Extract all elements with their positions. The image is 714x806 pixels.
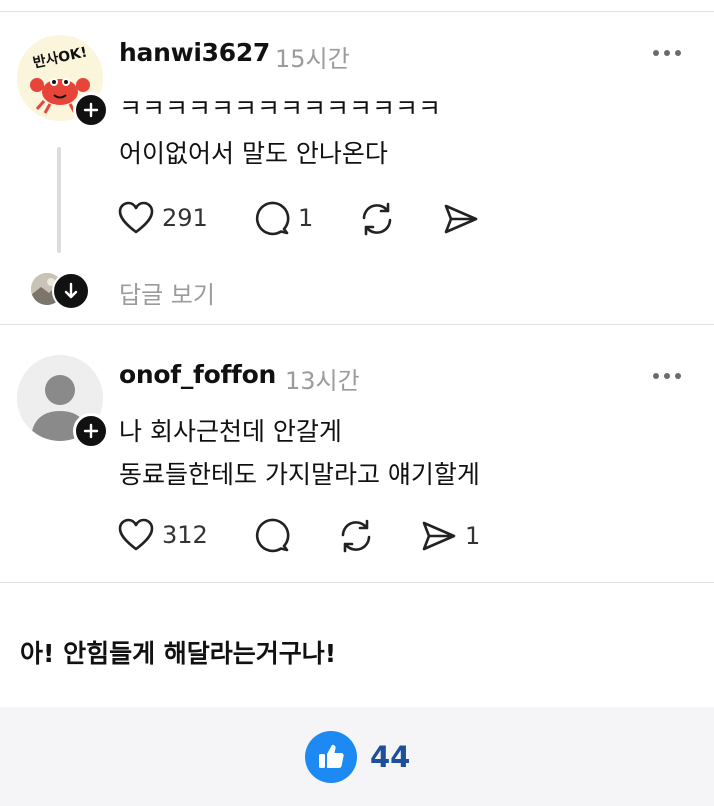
dot-icon <box>675 50 681 56</box>
dot-icon <box>664 373 670 379</box>
top-divider <box>0 11 714 12</box>
comment-text: 아! 안힘들게 해달라는거구나! <box>20 639 337 668</box>
dot-icon <box>664 50 670 56</box>
share-count: 1 <box>465 522 481 550</box>
plus-icon <box>83 102 99 118</box>
comment-icon <box>255 201 290 236</box>
heart-icon <box>118 518 154 551</box>
more-options-button[interactable] <box>653 373 681 379</box>
share-button[interactable] <box>443 203 479 235</box>
thumbs-up-button[interactable] <box>305 731 357 783</box>
post-text-line: 어이없어서 말도 안나온다 <box>119 139 388 168</box>
expand-replies-button[interactable] <box>52 272 90 310</box>
repost-button[interactable] <box>359 201 395 237</box>
plus-icon <box>83 423 99 439</box>
post-text-line: 나 회사근천데 안갈게 <box>119 417 342 446</box>
repost-icon <box>362 202 392 236</box>
comment-button[interactable]: 1 <box>254 200 313 236</box>
send-icon <box>444 204 478 234</box>
more-options-button[interactable] <box>653 50 681 56</box>
post-text-line: 동료들한테도 가지말라고 얘기할게 <box>119 460 480 489</box>
view-replies-link[interactable]: 답글 보기 <box>119 275 215 310</box>
post-username[interactable]: onof_foffon <box>119 360 276 389</box>
post-time: 13시간 <box>285 367 360 395</box>
thumbs-up-icon <box>319 744 344 768</box>
repost-icon <box>341 519 371 553</box>
post-text-line: ㅋㅋㅋㅋㅋㅋㅋㅋㅋㅋㅋㅋㅋㅋ <box>119 94 442 123</box>
dot-icon <box>653 50 659 56</box>
send-icon <box>422 521 456 551</box>
share-button[interactable]: 1 <box>421 520 480 552</box>
comment-button[interactable] <box>254 517 290 553</box>
post-username[interactable]: hanwi3627 <box>119 38 270 67</box>
dot-icon <box>653 373 659 379</box>
heart-icon <box>118 201 154 234</box>
comment-count: 1 <box>298 204 314 232</box>
like-button[interactable]: 312 <box>118 518 208 552</box>
arrow-down-icon <box>64 282 78 299</box>
thread-line <box>57 147 61 253</box>
repost-button[interactable] <box>338 518 374 554</box>
like-count: 312 <box>162 521 208 549</box>
comment-icon <box>255 518 290 553</box>
like-count: 291 <box>162 204 208 232</box>
follow-plus-button[interactable] <box>73 92 109 128</box>
post-time: 15시간 <box>275 45 350 73</box>
post-divider <box>0 582 714 583</box>
like-button[interactable]: 291 <box>118 201 208 235</box>
follow-plus-button[interactable] <box>73 413 109 449</box>
reaction-footer: 44 <box>0 707 714 806</box>
dot-icon <box>675 373 681 379</box>
post-divider <box>0 324 714 325</box>
reaction-count: 44 <box>370 740 411 774</box>
